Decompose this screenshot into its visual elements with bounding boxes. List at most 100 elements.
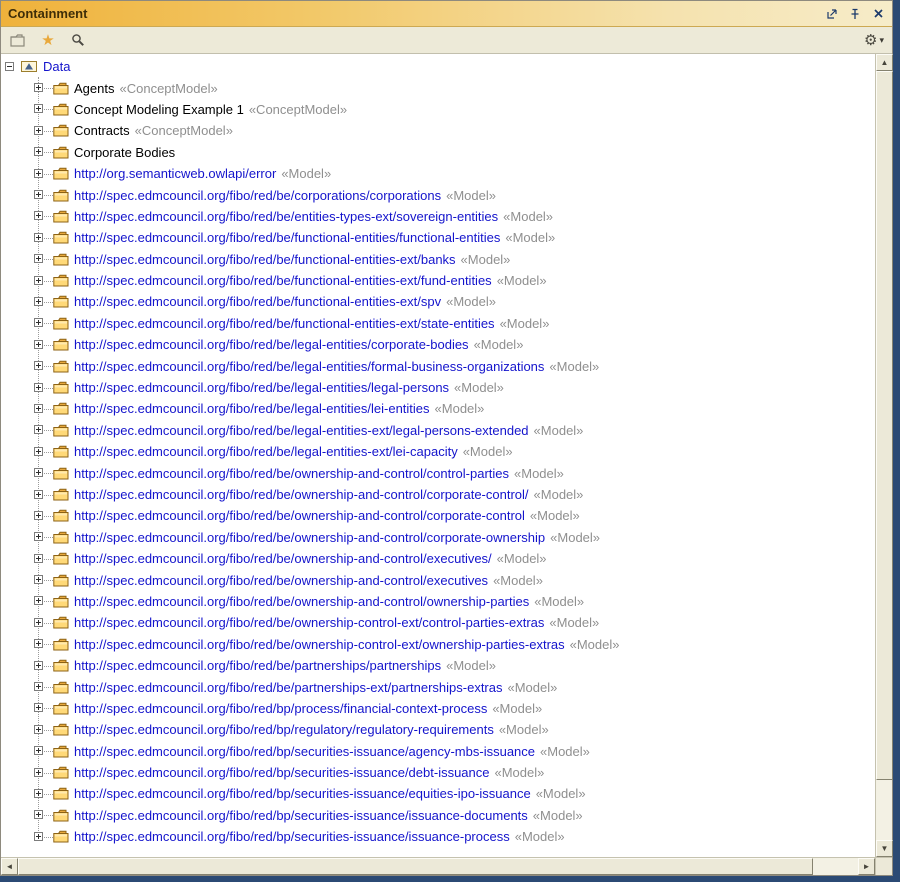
tree-row[interactable]: http://spec.edmcouncil.org/fibo/red/be/l… (1, 398, 875, 419)
tree-item-label[interactable]: http://spec.edmcouncil.org/fibo/red/bp/s… (74, 786, 531, 801)
expand-toggle[interactable] (34, 404, 43, 413)
vertical-scrollbar[interactable]: ▲ ▼ (875, 54, 892, 857)
tree-row[interactable]: http://spec.edmcouncil.org/fibo/red/bp/s… (1, 762, 875, 783)
expand-toggle[interactable] (34, 725, 43, 734)
tree-item-label[interactable]: http://spec.edmcouncil.org/fibo/red/be/o… (74, 530, 545, 545)
expand-toggle[interactable] (34, 703, 43, 712)
expand-toggle[interactable] (34, 661, 43, 670)
tree-row[interactable]: http://spec.edmcouncil.org/fibo/red/be/o… (1, 569, 875, 590)
pin-icon[interactable] (848, 7, 862, 20)
expand-toggle[interactable] (34, 682, 43, 691)
scroll-left-button[interactable]: ◄ (1, 858, 18, 875)
tree-row[interactable]: http://spec.edmcouncil.org/fibo/red/be/f… (1, 291, 875, 312)
tree-item-label[interactable]: http://spec.edmcouncil.org/fibo/red/be/o… (74, 637, 565, 652)
settings-menu-button[interactable]: ⚙ ▾ (864, 33, 884, 48)
expand-toggle[interactable] (34, 511, 43, 520)
tree-row[interactable]: http://spec.edmcouncil.org/fibo/red/be/e… (1, 206, 875, 227)
tree-item-label[interactable]: Contracts (74, 123, 130, 138)
tree-item-label[interactable]: http://spec.edmcouncil.org/fibo/red/be/f… (74, 230, 500, 245)
expand-toggle[interactable] (34, 190, 43, 199)
panel-titlebar[interactable]: Containment (1, 1, 892, 27)
tree-root-row[interactable]: Data (1, 56, 875, 77)
expand-toggle[interactable] (34, 276, 43, 285)
tree-item-label[interactable]: http://spec.edmcouncil.org/fibo/red/bp/r… (74, 722, 494, 737)
search-icon[interactable] (69, 31, 87, 49)
tree-item-label[interactable]: http://spec.edmcouncil.org/fibo/red/be/l… (74, 444, 458, 459)
tree-row[interactable]: http://spec.edmcouncil.org/fibo/red/bp/r… (1, 719, 875, 740)
expand-toggle[interactable] (34, 490, 43, 499)
tree-row[interactable]: http://spec.edmcouncil.org/fibo/red/be/f… (1, 270, 875, 291)
tree-row[interactable]: http://spec.edmcouncil.org/fibo/red/be/p… (1, 655, 875, 676)
float-window-icon[interactable] (825, 7, 839, 20)
expand-toggle[interactable] (34, 297, 43, 306)
tree-row[interactable]: http://spec.edmcouncil.org/fibo/red/bp/p… (1, 698, 875, 719)
expand-toggle[interactable] (34, 233, 43, 242)
tree-row[interactable]: http://spec.edmcouncil.org/fibo/red/be/o… (1, 612, 875, 633)
scroll-right-button[interactable]: ► (858, 858, 875, 875)
tree-item-label[interactable]: http://spec.edmcouncil.org/fibo/red/bp/s… (74, 808, 528, 823)
tree-row[interactable]: http://spec.edmcouncil.org/fibo/red/be/l… (1, 420, 875, 441)
scroll-up-button[interactable]: ▲ (876, 54, 893, 71)
tree-item-label[interactable]: http://spec.edmcouncil.org/fibo/red/be/l… (74, 337, 469, 352)
tree-row[interactable]: http://spec.edmcouncil.org/fibo/red/bp/s… (1, 805, 875, 826)
tree-item-label[interactable]: http://spec.edmcouncil.org/fibo/red/be/l… (74, 423, 529, 438)
tree-item-label[interactable]: http://spec.edmcouncil.org/fibo/red/be/f… (74, 252, 456, 267)
tree-item-label[interactable]: http://org.semanticweb.owlapi/error (74, 166, 276, 181)
tree-item-label[interactable]: http://spec.edmcouncil.org/fibo/red/be/o… (74, 466, 509, 481)
tree-row[interactable]: Corporate Bodies (1, 142, 875, 163)
tree-item-label[interactable]: Agents (74, 81, 114, 96)
tree-item-label[interactable]: Corporate Bodies (74, 145, 175, 160)
expand-toggle[interactable] (34, 789, 43, 798)
tree-row[interactable]: http://spec.edmcouncil.org/fibo/red/be/o… (1, 591, 875, 612)
tree-item-label[interactable]: http://spec.edmcouncil.org/fibo/red/be/p… (74, 680, 503, 695)
expand-toggle[interactable] (34, 169, 43, 178)
expand-toggle[interactable] (34, 147, 43, 156)
tree-item-label[interactable]: http://spec.edmcouncil.org/fibo/red/bp/s… (74, 765, 490, 780)
expand-toggle[interactable] (34, 532, 43, 541)
tree-item-label[interactable]: http://spec.edmcouncil.org/fibo/red/bp/s… (74, 829, 510, 844)
expand-toggle[interactable] (34, 468, 43, 477)
expand-toggle[interactable] (34, 211, 43, 220)
tree-item-label[interactable]: http://spec.edmcouncil.org/fibo/red/be/o… (74, 615, 544, 630)
tree-row[interactable]: http://spec.edmcouncil.org/fibo/red/be/l… (1, 441, 875, 462)
tree-item-label[interactable]: Concept Modeling Example 1 (74, 102, 244, 117)
tree-item-label[interactable]: http://spec.edmcouncil.org/fibo/red/be/p… (74, 658, 441, 673)
tree-row[interactable]: http://spec.edmcouncil.org/fibo/red/bp/s… (1, 783, 875, 804)
tree-row[interactable]: http://spec.edmcouncil.org/fibo/red/be/o… (1, 462, 875, 483)
tree-row[interactable]: http://spec.edmcouncil.org/fibo/red/be/o… (1, 634, 875, 655)
close-icon[interactable] (871, 7, 885, 20)
tree-row[interactable]: http://spec.edmcouncil.org/fibo/red/be/f… (1, 227, 875, 248)
expand-toggle[interactable] (34, 126, 43, 135)
expand-toggle[interactable] (34, 104, 43, 113)
horizontal-scrollbar[interactable]: ◄ ► (1, 857, 892, 875)
tree-item-label[interactable]: http://spec.edmcouncil.org/fibo/red/bp/p… (74, 701, 487, 716)
tree-row[interactable]: http://org.semanticweb.owlapi/error «Mod… (1, 163, 875, 184)
tree-item-label[interactable]: http://spec.edmcouncil.org/fibo/red/be/f… (74, 273, 492, 288)
tree-item-label[interactable]: http://spec.edmcouncil.org/fibo/red/be/o… (74, 508, 525, 523)
expand-toggle[interactable] (34, 340, 43, 349)
expand-toggle[interactable] (34, 83, 43, 92)
tree-row[interactable]: http://spec.edmcouncil.org/fibo/red/bp/s… (1, 826, 875, 847)
tree-row[interactable]: http://spec.edmcouncil.org/fibo/red/be/o… (1, 484, 875, 505)
tree-row[interactable]: http://spec.edmcouncil.org/fibo/red/be/f… (1, 313, 875, 334)
expand-toggle[interactable] (34, 596, 43, 605)
expand-toggle[interactable] (34, 746, 43, 755)
expand-toggle[interactable] (34, 425, 43, 434)
expand-toggle[interactable] (34, 575, 43, 584)
scroll-down-button[interactable]: ▼ (876, 840, 893, 857)
expand-toggle[interactable] (34, 618, 43, 627)
expand-toggle[interactable] (34, 361, 43, 370)
tree-row[interactable]: http://spec.edmcouncil.org/fibo/red/be/p… (1, 676, 875, 697)
expand-toggle[interactable] (34, 318, 43, 327)
expand-toggle[interactable] (34, 810, 43, 819)
tree-row[interactable]: http://spec.edmcouncil.org/fibo/red/be/l… (1, 377, 875, 398)
tree-row[interactable]: http://spec.edmcouncil.org/fibo/red/be/o… (1, 548, 875, 569)
tree-row[interactable]: Concept Modeling Example 1 «ConceptModel… (1, 99, 875, 120)
tree-item-label[interactable]: Data (43, 59, 70, 74)
tree-row[interactable]: http://spec.edmcouncil.org/fibo/red/be/f… (1, 249, 875, 270)
horizontal-scroll-thumb[interactable] (18, 858, 813, 875)
tree-row[interactable]: http://spec.edmcouncil.org/fibo/red/be/l… (1, 334, 875, 355)
expand-toggle[interactable] (34, 383, 43, 392)
expand-toggle[interactable] (34, 768, 43, 777)
tree-row[interactable]: Contracts «ConceptModel» (1, 120, 875, 141)
